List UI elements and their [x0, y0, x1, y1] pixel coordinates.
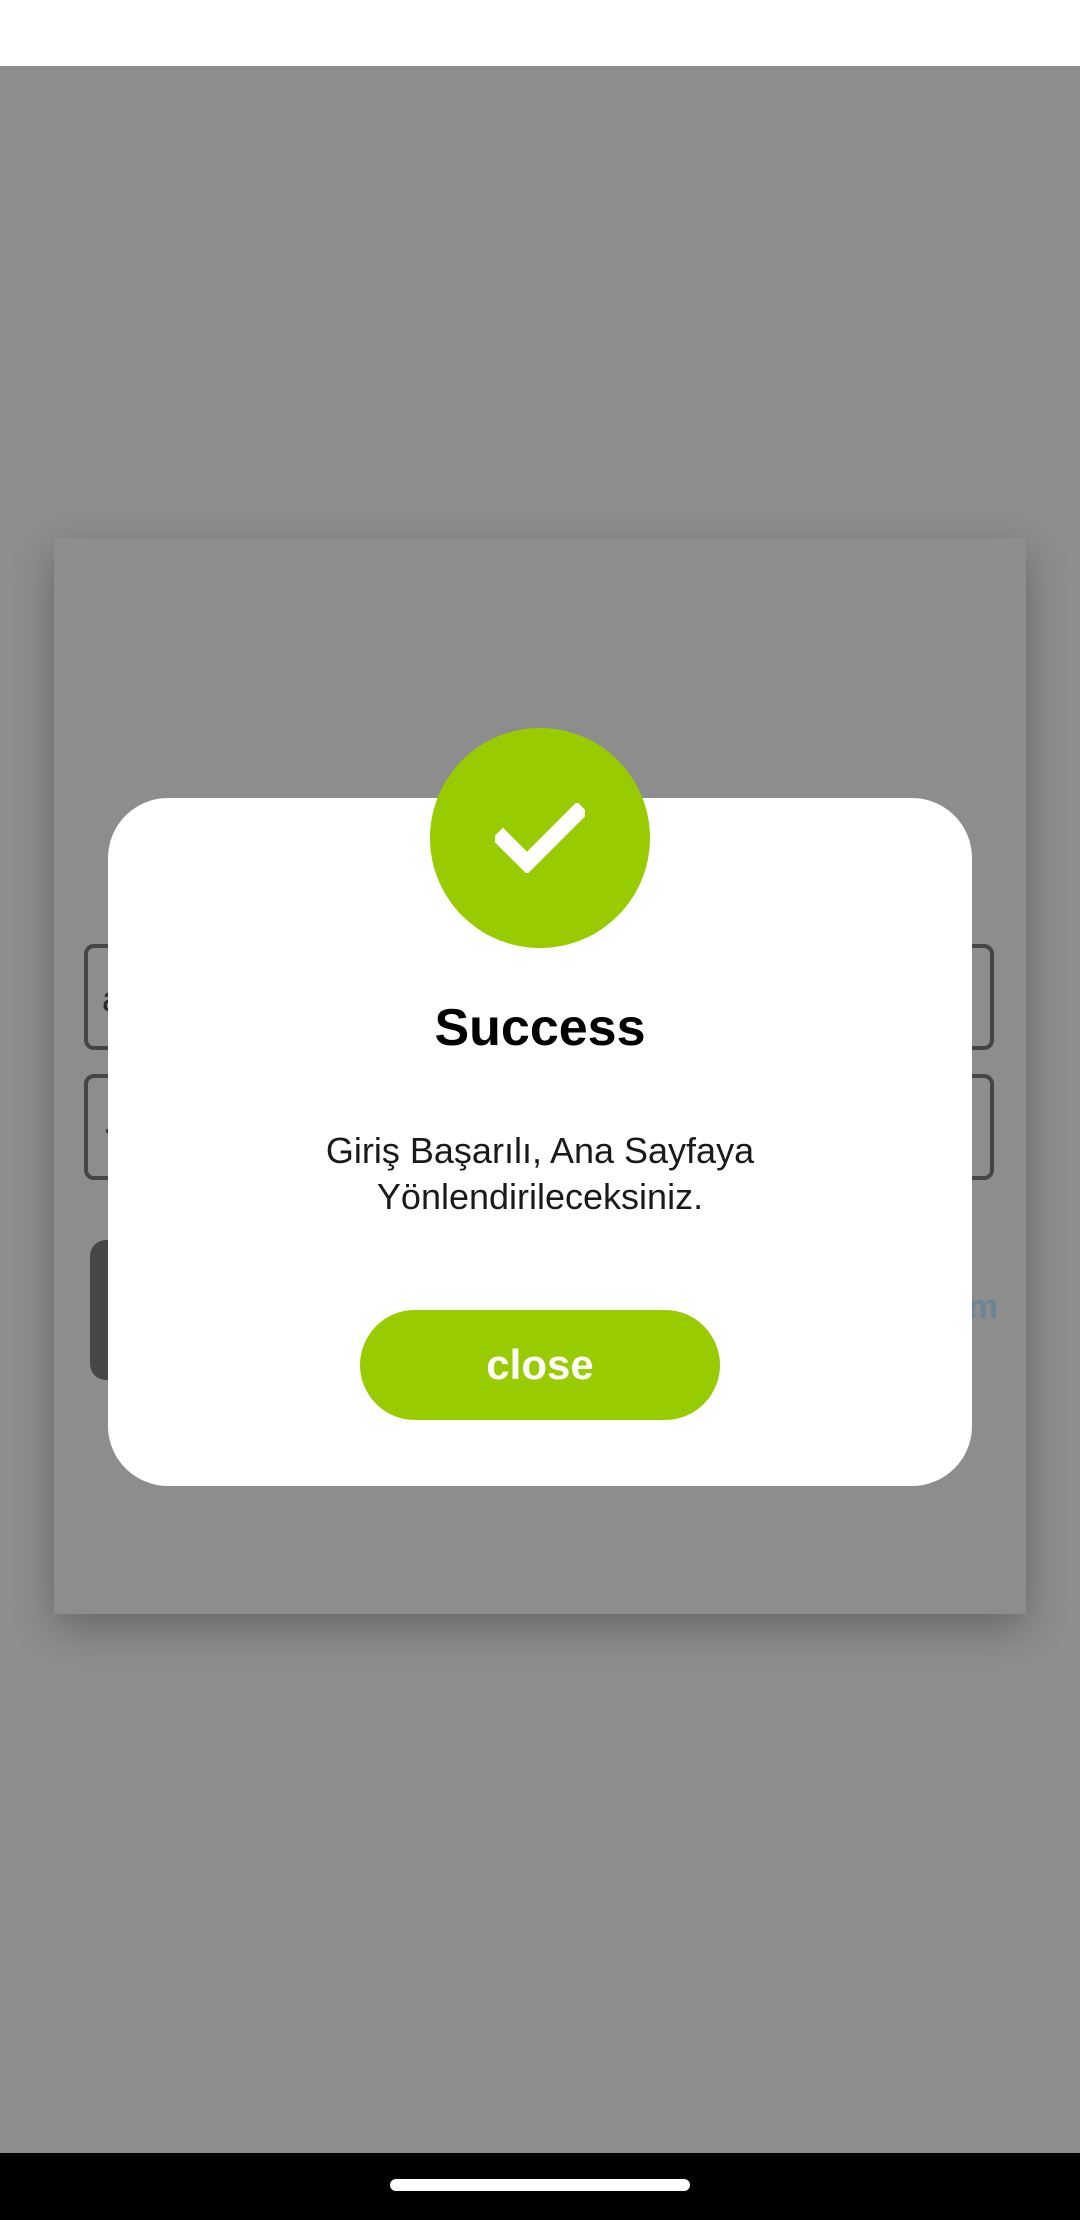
close-button[interactable]: close — [360, 1310, 720, 1420]
status-bar — [0, 0, 1080, 66]
forgot-password-link[interactable]: m — [968, 1288, 998, 1327]
home-indicator[interactable] — [390, 2179, 690, 2191]
dialog-title: Success — [434, 999, 646, 1057]
dialog-message-line2: Yönlendirileceksiniz. — [376, 1176, 704, 1217]
dialog-message-line1: Giriş Başarılı, Ana Sayfaya — [325, 1130, 755, 1171]
navigation-bar — [0, 2153, 1080, 2220]
dialog-message: Giriş Başarılı, Ana Sayfaya Yönlendirile… — [168, 1128, 912, 1220]
success-icon — [430, 728, 650, 948]
checkmark-icon — [495, 803, 585, 873]
